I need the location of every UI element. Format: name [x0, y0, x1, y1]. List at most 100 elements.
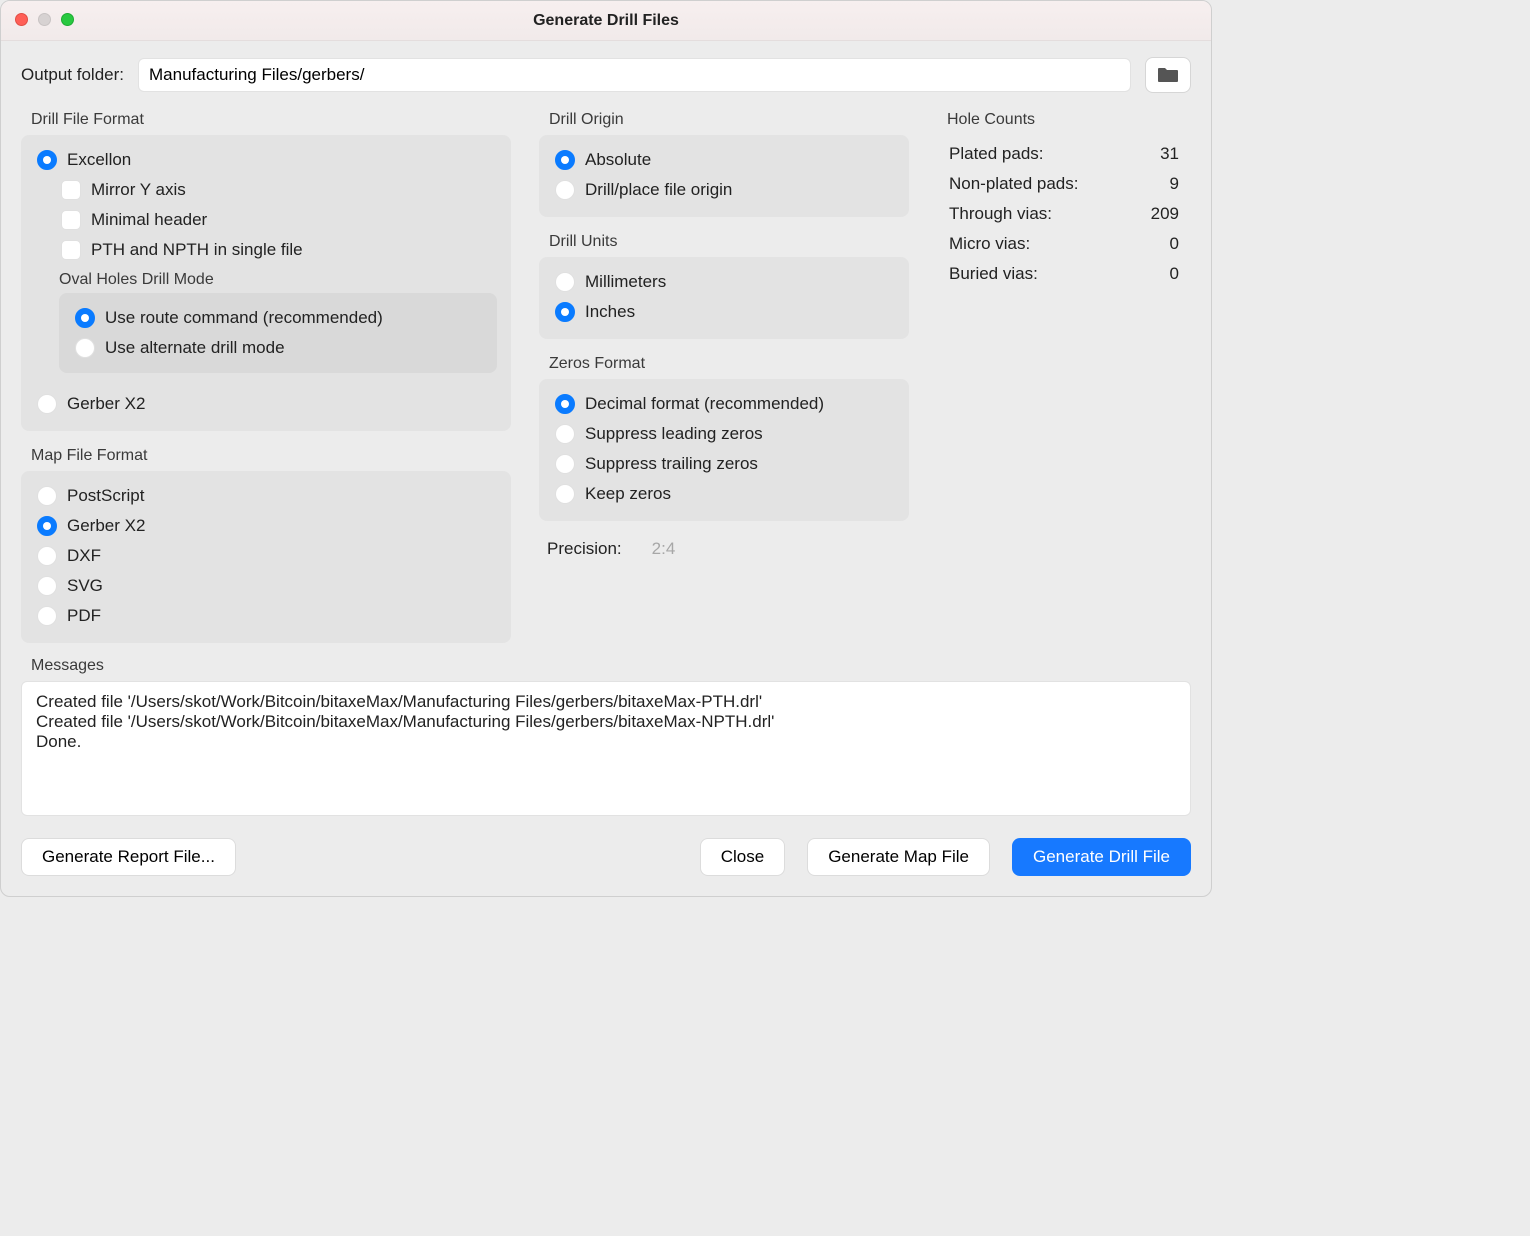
radio-indicator-icon — [555, 180, 575, 200]
radio-origin-absolute[interactable]: Absolute — [553, 145, 895, 175]
radio-label: Inches — [585, 302, 635, 322]
dialog-window: Generate Drill Files Output folder: Dril… — [0, 0, 1212, 897]
drill-file-format-label: Drill File Format — [31, 111, 511, 129]
hole-counts-panel: Plated pads: 31 Non-plated pads: 9 Throu… — [937, 135, 1191, 293]
radio-zeros-suppress-leading[interactable]: Suppress leading zeros — [553, 419, 895, 449]
radio-label: Absolute — [585, 150, 651, 170]
radio-map-dxf[interactable]: DXF — [35, 541, 497, 571]
hole-counts-label: Hole Counts — [947, 111, 1191, 129]
precision-row: Precision: 2:4 — [547, 539, 909, 559]
radio-label: Millimeters — [585, 272, 666, 292]
checkbox-icon — [61, 180, 81, 200]
hole-counts-row-nonplated: Non-plated pads: 9 — [943, 169, 1185, 199]
radio-units-mm[interactable]: Millimeters — [553, 267, 895, 297]
radio-origin-file[interactable]: Drill/place file origin — [553, 175, 895, 205]
radio-zeros-keep[interactable]: Keep zeros — [553, 479, 895, 509]
output-folder-label: Output folder: — [21, 65, 124, 85]
radio-indicator-icon — [37, 516, 57, 536]
window-title: Generate Drill Files — [533, 12, 679, 30]
check-single-file[interactable]: PTH and NPTH in single file — [59, 235, 497, 265]
oval-holes-label: Oval Holes Drill Mode — [59, 271, 497, 289]
hole-counts-name: Non-plated pads: — [949, 174, 1078, 194]
radio-label: SVG — [67, 576, 103, 596]
drill-units-label: Drill Units — [549, 233, 909, 251]
hole-counts-value: 0 — [1133, 234, 1179, 254]
hole-counts-name: Through vias: — [949, 204, 1052, 224]
radio-label: Decimal format (recommended) — [585, 394, 824, 414]
close-button[interactable]: Close — [700, 838, 785, 876]
radio-indicator-icon — [75, 308, 95, 328]
close-window-button[interactable] — [15, 13, 28, 26]
radio-label: Gerber X2 — [67, 516, 145, 536]
output-folder-input[interactable] — [138, 58, 1131, 92]
folder-icon — [1157, 66, 1179, 84]
hole-counts-value: 9 — [1133, 174, 1179, 194]
drill-origin-label: Drill Origin — [549, 111, 909, 129]
radio-zeros-decimal[interactable]: Decimal format (recommended) — [553, 389, 895, 419]
radio-indicator-icon — [555, 484, 575, 504]
radio-indicator-icon — [555, 272, 575, 292]
radio-map-pdf[interactable]: PDF — [35, 601, 497, 631]
messages-section: Messages Created file '/Users/skot/Work/… — [21, 657, 1191, 816]
radio-indicator-icon — [555, 394, 575, 414]
radio-indicator-icon — [37, 394, 57, 414]
minimize-window-button[interactable] — [38, 13, 51, 26]
generate-report-button[interactable]: Generate Report File... — [21, 838, 236, 876]
check-minimal-header[interactable]: Minimal header — [59, 205, 497, 235]
radio-label: Drill/place file origin — [585, 180, 732, 200]
radio-oval-route[interactable]: Use route command (recommended) — [73, 303, 483, 333]
button-row: Generate Report File... Close Generate M… — [21, 838, 1191, 876]
radio-oval-alt[interactable]: Use alternate drill mode — [73, 333, 483, 363]
radio-map-postscript[interactable]: PostScript — [35, 481, 497, 511]
radio-indicator-icon — [37, 576, 57, 596]
columns: Drill File Format Excellon Mirror Y axis — [21, 105, 1191, 643]
messages-label: Messages — [31, 657, 1191, 675]
radio-units-in[interactable]: Inches — [553, 297, 895, 327]
radio-map-gerberx2[interactable]: Gerber X2 — [35, 511, 497, 541]
radio-gerber-x2-format[interactable]: Gerber X2 — [35, 389, 497, 419]
dialog-content: Output folder: Drill File Format Excello… — [1, 41, 1211, 896]
radio-indicator-icon — [555, 454, 575, 474]
browse-folder-button[interactable] — [1145, 57, 1191, 93]
titlebar: Generate Drill Files — [1, 1, 1211, 41]
drill-file-format-panel: Excellon Mirror Y axis Minimal header — [21, 135, 511, 431]
hole-counts-name: Micro vias: — [949, 234, 1030, 254]
hole-counts-value: 209 — [1133, 204, 1179, 224]
checkbox-label: PTH and NPTH in single file — [91, 240, 303, 260]
radio-indicator-icon — [75, 338, 95, 358]
hole-counts-row-micro: Micro vias: 0 — [943, 229, 1185, 259]
generate-drill-button[interactable]: Generate Drill File — [1012, 838, 1191, 876]
hole-counts-row-plated: Plated pads: 31 — [943, 139, 1185, 169]
radio-excellon[interactable]: Excellon — [35, 145, 497, 175]
radio-zeros-suppress-trailing[interactable]: Suppress trailing zeros — [553, 449, 895, 479]
column-middle: Drill Origin Absolute Drill/place file o… — [539, 105, 909, 643]
output-folder-row: Output folder: — [21, 57, 1191, 93]
hole-counts-row-through: Through vias: 209 — [943, 199, 1185, 229]
hole-counts-value: 31 — [1133, 144, 1179, 164]
map-file-format-label: Map File Format — [31, 447, 511, 465]
hole-counts-row-buried: Buried vias: 0 — [943, 259, 1185, 289]
generate-map-button[interactable]: Generate Map File — [807, 838, 990, 876]
check-mirror-y[interactable]: Mirror Y axis — [59, 175, 497, 205]
zoom-window-button[interactable] — [61, 13, 74, 26]
column-left: Drill File Format Excellon Mirror Y axis — [21, 105, 511, 643]
zeros-format-panel: Decimal format (recommended) Suppress le… — [539, 379, 909, 521]
radio-map-svg[interactable]: SVG — [35, 571, 497, 601]
column-right: Hole Counts Plated pads: 31 Non-plated p… — [937, 105, 1191, 643]
window-controls — [15, 13, 74, 26]
checkbox-label: Mirror Y axis — [91, 180, 186, 200]
drill-origin-panel: Absolute Drill/place file origin — [539, 135, 909, 217]
drill-units-panel: Millimeters Inches — [539, 257, 909, 339]
precision-value: 2:4 — [652, 539, 676, 559]
radio-label: Keep zeros — [585, 484, 671, 504]
zeros-format-label: Zeros Format — [549, 355, 909, 373]
radio-indicator-icon — [37, 546, 57, 566]
hole-counts-value: 0 — [1133, 264, 1179, 284]
radio-label: Excellon — [67, 150, 131, 170]
radio-label: Use route command (recommended) — [105, 308, 383, 328]
radio-label: Use alternate drill mode — [105, 338, 285, 358]
radio-label: Suppress leading zeros — [585, 424, 763, 444]
radio-label: PDF — [67, 606, 101, 626]
radio-label: PostScript — [67, 486, 144, 506]
radio-indicator-icon — [555, 302, 575, 322]
